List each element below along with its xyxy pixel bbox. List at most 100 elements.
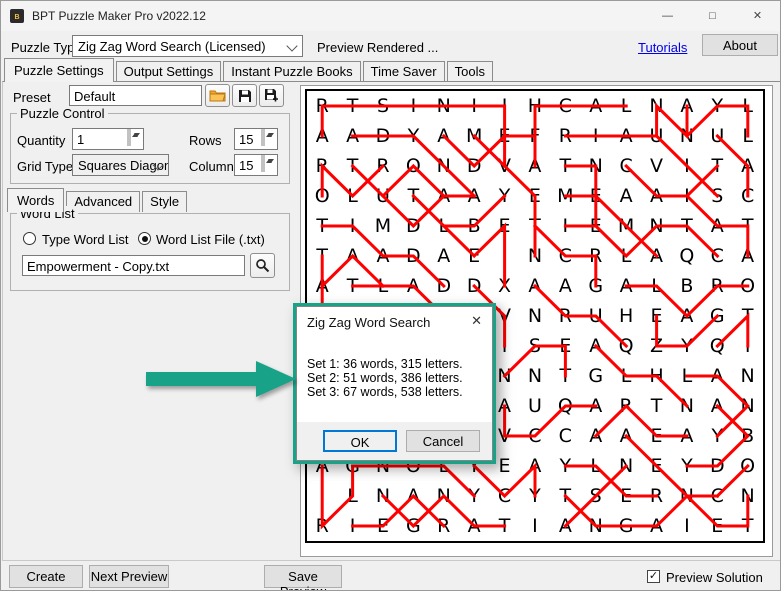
word-list-file-radio[interactable] xyxy=(138,232,151,245)
grid-cell: N xyxy=(429,91,459,121)
grid-cell: Q xyxy=(702,331,732,361)
maximize-icon[interactable]: □ xyxy=(690,1,735,31)
main-tabstrip: Puzzle Settings Output Settings Instant … xyxy=(4,61,495,82)
spin-down-icon[interactable] xyxy=(263,129,265,146)
grid-cell: L xyxy=(732,121,762,151)
save-preview-button[interactable]: Save Preview xyxy=(264,565,342,588)
spin-down-icon[interactable] xyxy=(263,155,265,172)
puzzle-type-select[interactable]: Zig Zag Word Search (Licensed) xyxy=(72,35,303,57)
grid-cell: A xyxy=(459,511,489,541)
tab-words[interactable]: Words xyxy=(7,188,64,212)
close-icon[interactable]: ✕ xyxy=(735,1,780,31)
type-word-list-radio[interactable] xyxy=(23,232,36,245)
app-icon: B xyxy=(9,8,25,24)
grid-cell: U xyxy=(581,301,611,331)
grid-type-select[interactable]: Squares Diagon xyxy=(72,154,169,176)
grid-cell: A xyxy=(611,121,641,151)
preview-solution-checkbox[interactable]: ✓ xyxy=(647,570,660,583)
svg-text:B: B xyxy=(14,14,19,21)
grid-cell: A xyxy=(337,241,367,271)
grid-cell: A xyxy=(550,511,580,541)
tab-time-saver[interactable]: Time Saver xyxy=(363,61,445,82)
tab-tools[interactable]: Tools xyxy=(447,61,493,82)
grid-cell: A xyxy=(672,91,702,121)
grid-cell: N xyxy=(368,481,398,511)
grid-cell: D xyxy=(702,451,732,481)
grid-cell: E xyxy=(459,241,489,271)
tutorials-link[interactable]: Tutorials xyxy=(638,40,687,55)
open-preset-button[interactable] xyxy=(205,84,230,107)
grid-cell: G xyxy=(581,271,611,301)
grid-cell: T xyxy=(641,391,671,421)
titlebar: B BPT Puzzle Maker Pro v2022.12 — □ ✕ xyxy=(1,1,780,31)
window-title: BPT Puzzle Maker Pro v2022.12 xyxy=(32,9,206,23)
chevron-down-icon xyxy=(286,40,297,51)
cancel-button[interactable]: Cancel xyxy=(406,430,480,452)
about-button[interactable]: About xyxy=(702,34,778,56)
rows-label: Rows xyxy=(189,133,222,148)
grid-cell: T xyxy=(307,241,337,271)
grid-cell: A xyxy=(368,241,398,271)
word-count-dialog: Zig Zag Word Search ✕ Set 1: 36 words, 3… xyxy=(296,306,493,461)
tab-output-settings[interactable]: Output Settings xyxy=(116,61,222,82)
grid-cell: C xyxy=(550,91,580,121)
tab-style[interactable]: Style xyxy=(142,191,187,212)
rows-stepper[interactable]: 15 xyxy=(234,128,278,150)
grid-cell: R xyxy=(581,241,611,271)
grid-cell: E xyxy=(641,421,671,451)
grid-cell: N xyxy=(641,91,671,121)
preview-solution-label: Preview Solution xyxy=(666,570,763,585)
grid-cell: I xyxy=(459,91,489,121)
grid-cell: E xyxy=(581,181,611,211)
ok-button[interactable]: OK xyxy=(323,430,397,452)
grid-cell: A xyxy=(429,181,459,211)
tab-instant-puzzle-books[interactable]: Instant Puzzle Books xyxy=(223,61,360,82)
grid-cell: D xyxy=(459,271,489,301)
save-preset-button[interactable] xyxy=(232,84,257,107)
grid-cell: R xyxy=(702,271,732,301)
grid-cell: C xyxy=(520,421,550,451)
quantity-label: Quantity xyxy=(17,133,65,148)
grid-cell: T xyxy=(520,211,550,241)
save-preset-as-button[interactable] xyxy=(259,84,284,107)
grid-cell: Z xyxy=(641,331,671,361)
grid-cell: M xyxy=(611,211,641,241)
grid-cell: E xyxy=(581,211,611,241)
next-preview-button[interactable]: Next Preview xyxy=(89,565,169,588)
grid-cell: O xyxy=(398,151,428,181)
grid-cell: A xyxy=(520,451,550,481)
grid-cell: Q xyxy=(611,331,641,361)
grid-cell: A xyxy=(429,121,459,151)
grid-cell: R xyxy=(368,151,398,181)
search-icon xyxy=(255,258,270,273)
grid-cell: T xyxy=(550,151,580,181)
word-list-file-input[interactable]: Empowerment - Copy.txt xyxy=(22,255,245,276)
save-as-icon xyxy=(264,88,279,103)
grid-cell: T xyxy=(398,181,428,211)
grid-cell: M xyxy=(459,121,489,151)
grid-cell: S xyxy=(368,91,398,121)
preset-input[interactable]: Default xyxy=(69,85,202,106)
columns-label: Columns xyxy=(189,159,240,174)
grid-cell: C xyxy=(550,241,580,271)
columns-stepper[interactable]: 15 xyxy=(234,154,278,176)
grid-cell: T xyxy=(702,151,732,181)
set-2-summary: Set 2: 51 words, 386 letters. xyxy=(307,371,463,385)
quantity-stepper[interactable]: 1 xyxy=(72,128,144,150)
grid-cell: D xyxy=(398,241,428,271)
set-1-summary: Set 1: 36 words, 315 letters. xyxy=(307,357,463,371)
browse-file-button[interactable] xyxy=(250,253,275,278)
grid-cell: C xyxy=(550,421,580,451)
create-button[interactable]: Create xyxy=(9,565,83,588)
grid-cell: H xyxy=(611,301,641,331)
grid-cell: X xyxy=(489,271,519,301)
minimize-icon[interactable]: — xyxy=(645,1,690,31)
grid-cell: A xyxy=(520,151,550,181)
grid-cell: Y xyxy=(550,451,580,481)
grid-cell: Y xyxy=(672,331,702,361)
spin-down-icon[interactable] xyxy=(129,129,131,146)
grid-cell: Y xyxy=(520,481,550,511)
tab-puzzle-settings[interactable]: Puzzle Settings xyxy=(4,58,114,82)
dialog-close-icon[interactable]: ✕ xyxy=(471,313,482,329)
grid-cell: B xyxy=(732,421,762,451)
